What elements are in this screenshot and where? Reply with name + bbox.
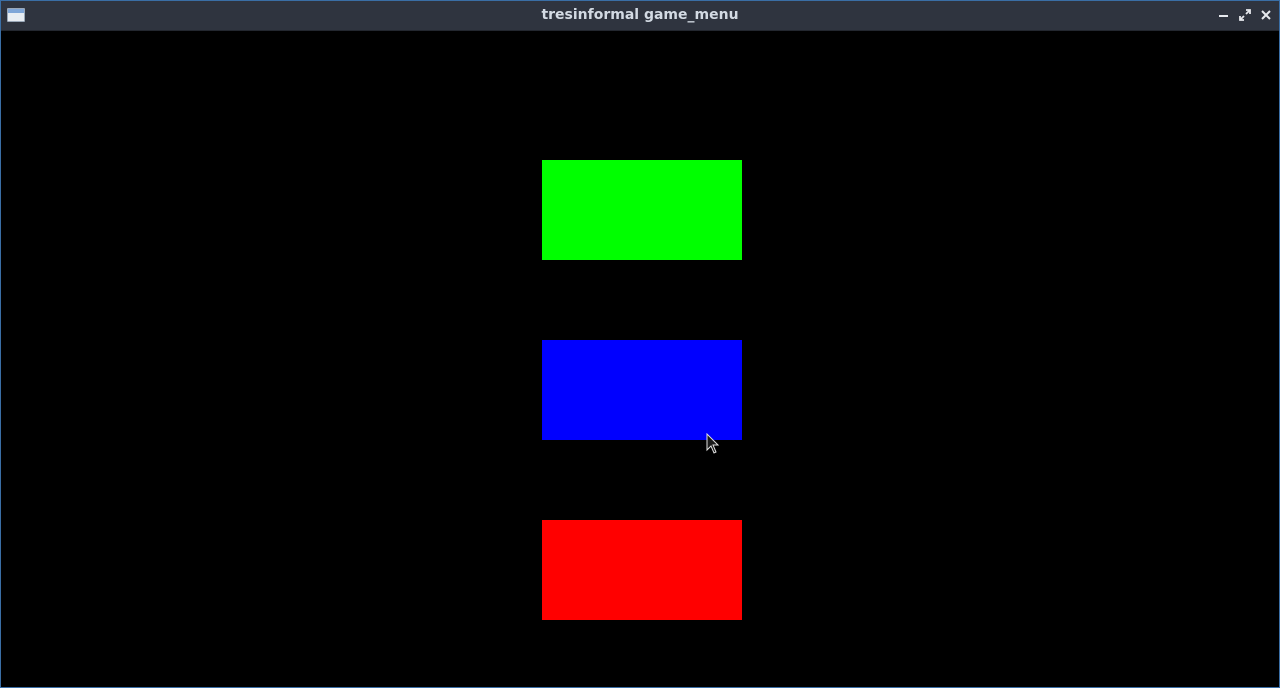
green-menu-button[interactable] <box>542 160 742 260</box>
game-canvas <box>1 31 1279 687</box>
title-bar[interactable]: tresinformal game_menu <box>1 1 1279 31</box>
window-title: tresinformal game_menu <box>541 7 739 23</box>
close-icon[interactable] <box>1258 7 1274 23</box>
game-menu-window: tresinformal game_menu <box>0 0 1280 688</box>
maximize-icon[interactable] <box>1237 7 1253 23</box>
blue-menu-button[interactable] <box>542 340 742 440</box>
red-menu-button[interactable] <box>542 520 742 620</box>
minimize-icon[interactable] <box>1216 7 1232 23</box>
